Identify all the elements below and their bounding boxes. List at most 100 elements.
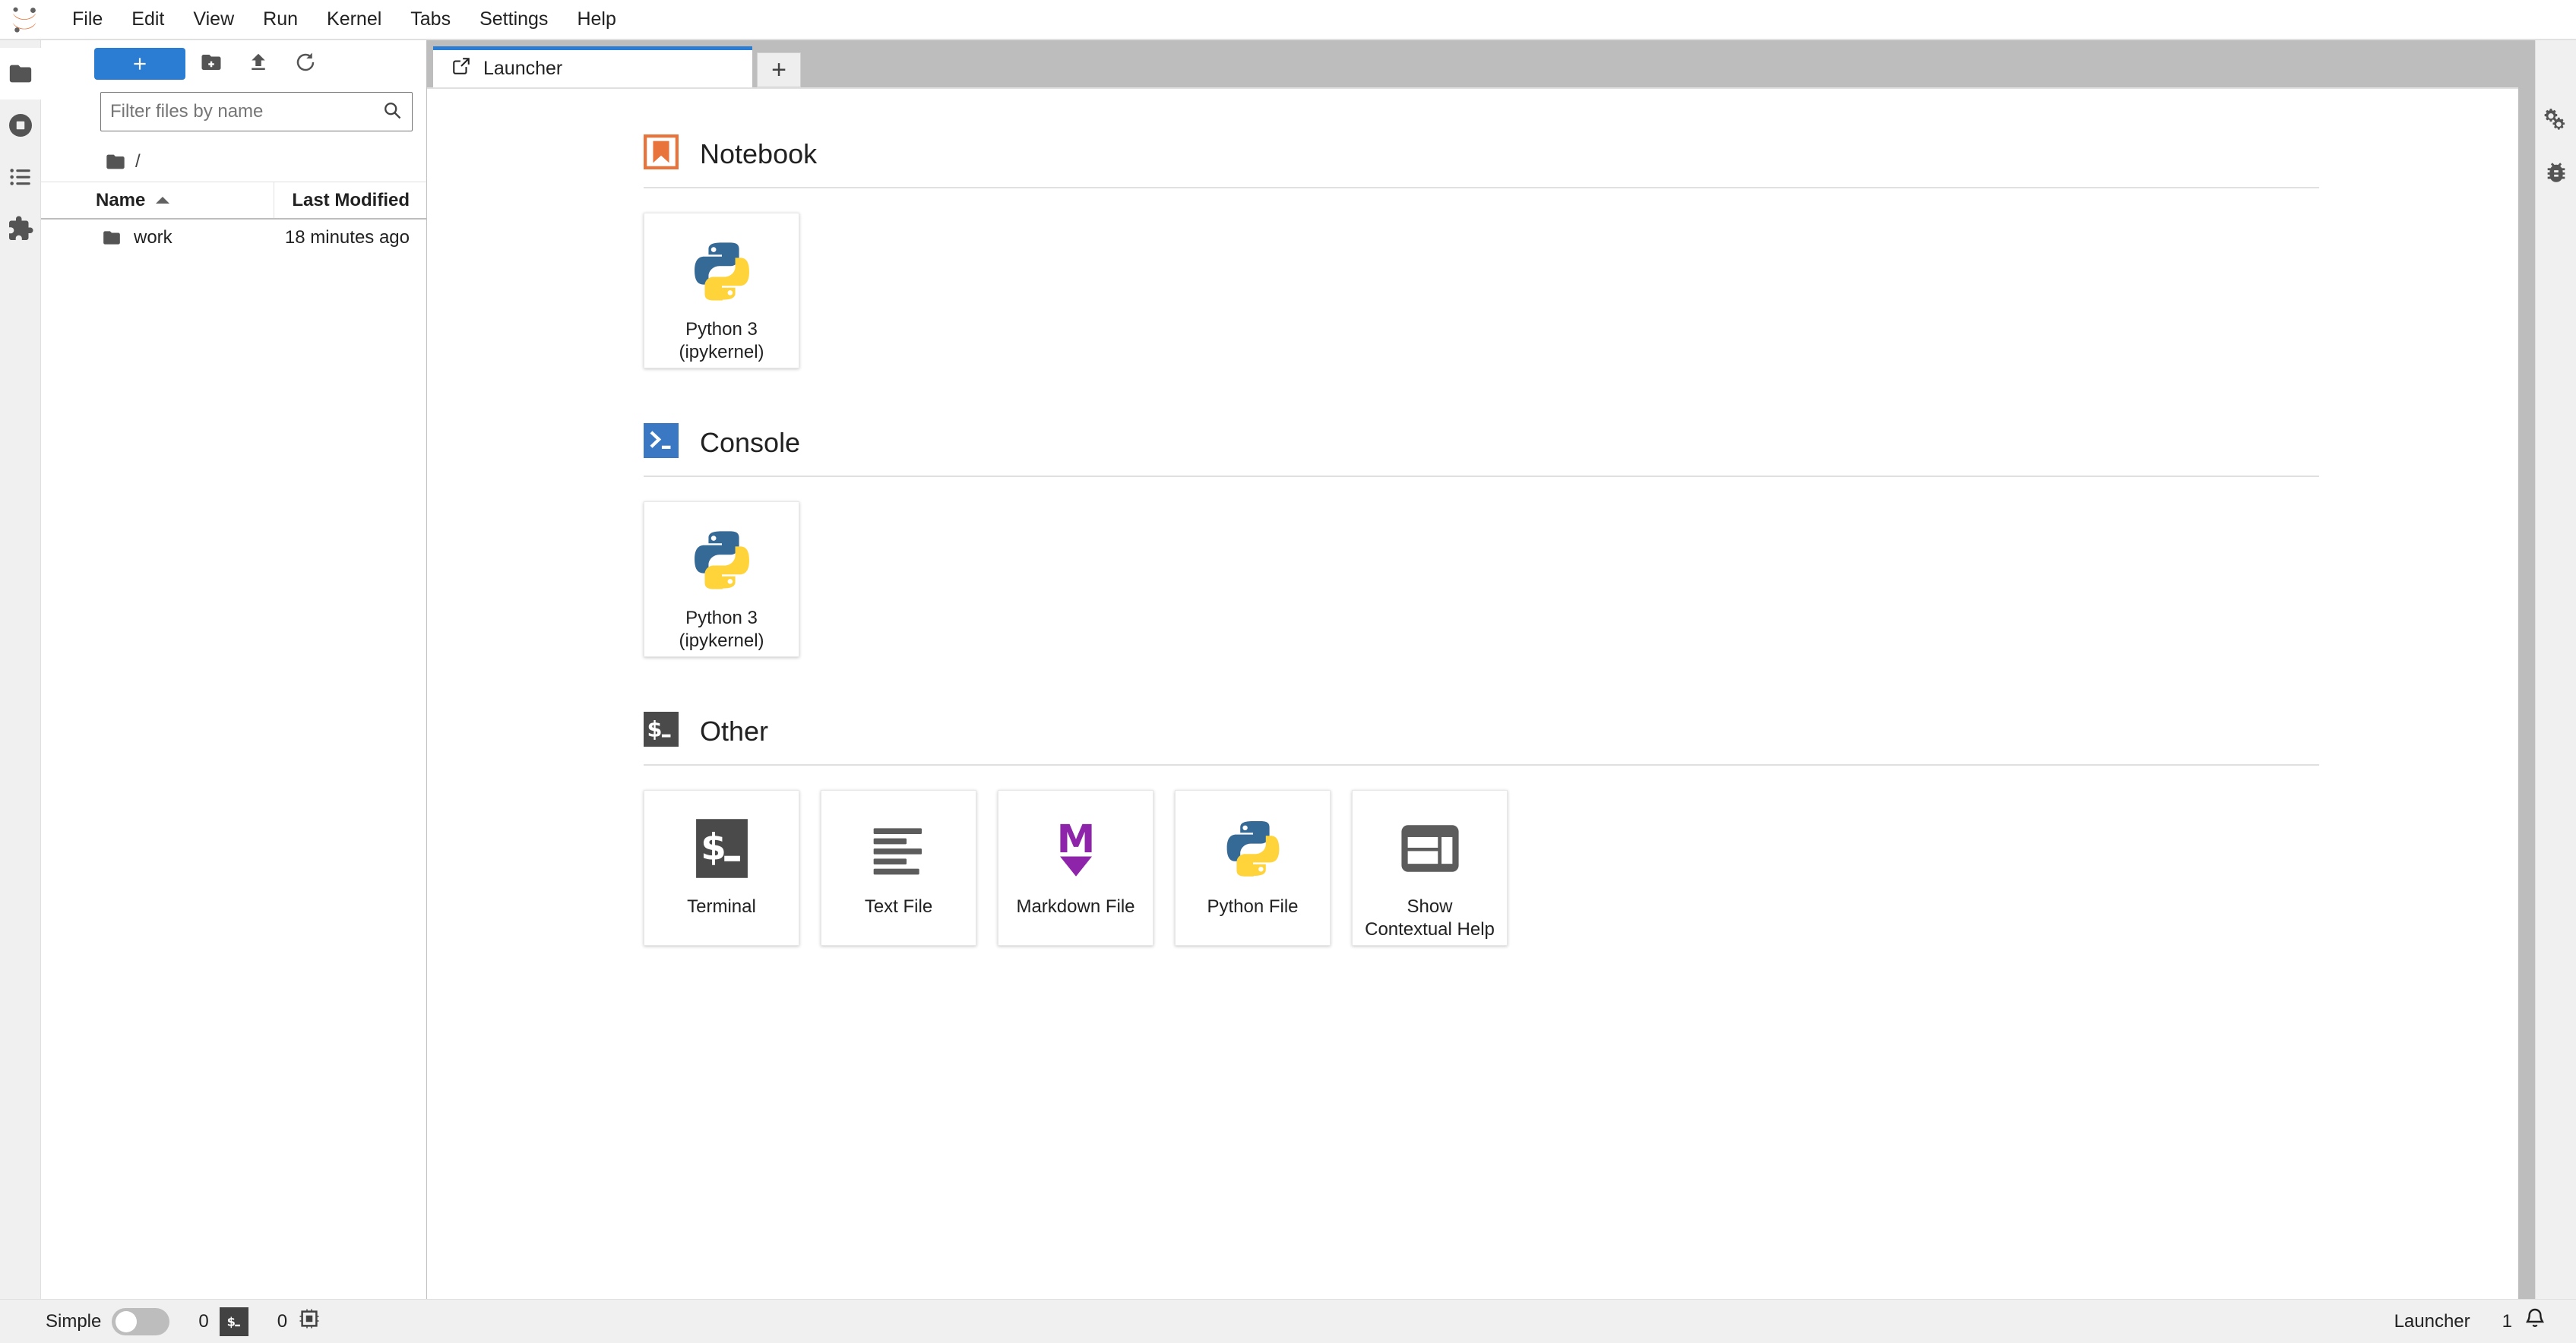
launcher-card-notebook-python3[interactable]: Python 3 (ipykernel)	[644, 213, 799, 368]
status-bar-left: Simple 0 $ 0	[41, 1304, 325, 1339]
column-header-last-modified[interactable]: Last Modified	[274, 182, 426, 218]
simple-mode-toggle-group[interactable]: Simple	[41, 1305, 174, 1338]
file-row-last-modified: 18 minutes ago	[284, 227, 410, 248]
jupyter-logo-icon	[6, 2, 43, 38]
launcher-card-contextual-help[interactable]: Show Contextual Help	[1352, 790, 1508, 946]
svg-text:$: $	[647, 716, 663, 742]
menu-file[interactable]: File	[58, 4, 117, 35]
section-divider-notebook	[644, 187, 2319, 188]
menu-help[interactable]: Help	[562, 4, 630, 35]
file-list-header: Name Last Modified	[41, 182, 426, 220]
upload-icon	[247, 51, 270, 77]
upload-button[interactable]	[237, 46, 280, 82]
terminal-dollar-icon: $	[644, 712, 679, 750]
launcher-card-console-python3[interactable]: Python 3 (ipykernel)	[644, 501, 799, 657]
launcher-card-label: Python File	[1207, 896, 1299, 917]
main-dock-area: Launcher + Notebook Python 3 (ipykernel)…	[427, 40, 2535, 1299]
section-title-console: Console	[700, 426, 801, 458]
svg-text:M: M	[1056, 817, 1095, 861]
launcher-card-label: Show Contextual Help	[1365, 896, 1495, 940]
folder-icon[interactable]	[105, 151, 126, 172]
launcher-card-label: Python 3 (ipykernel)	[679, 608, 764, 651]
puzzle-piece-icon	[7, 215, 34, 242]
terminal-dollar-icon: $	[219, 1307, 248, 1336]
menu-kernel[interactable]: Kernel	[312, 4, 396, 35]
current-tab-status[interactable]: Launcher	[2390, 1308, 2475, 1335]
notification-count: 1	[2502, 1310, 2512, 1332]
terminal-count-status[interactable]: 0 $	[194, 1304, 252, 1339]
tab-launcher-label: Launcher	[483, 58, 563, 79]
file-browser-panel: / Name Last Modified work	[41, 40, 427, 1299]
menu-tabs[interactable]: Tabs	[396, 4, 465, 35]
file-list: work 18 minutes ago	[41, 220, 426, 1299]
cpu-chip-icon	[298, 1307, 321, 1335]
column-header-name[interactable]: Name	[41, 182, 274, 218]
notebook-bookmark-icon	[643, 134, 679, 173]
new-folder-button[interactable]	[190, 46, 233, 82]
simple-mode-toggle[interactable]	[112, 1307, 170, 1335]
main-body: / Name Last Modified work	[0, 40, 2576, 1299]
section-header-notebook: Notebook	[643, 134, 2473, 187]
svg-text:$: $	[226, 1314, 235, 1329]
launcher-card-python-file[interactable]: Python File	[1175, 790, 1331, 946]
kernel-count-status[interactable]: 0	[273, 1304, 325, 1338]
menu-settings[interactable]: Settings	[465, 4, 562, 35]
sidebar-item-running-terminals-kernels[interactable]	[0, 100, 41, 151]
status-bar-right: Launcher 1	[2390, 1304, 2559, 1339]
markdown-icon: M	[1044, 807, 1108, 890]
launcher-icon	[451, 56, 471, 81]
launcher-panel: Notebook Python 3 (ipykernel) Console Py…	[427, 87, 2518, 1299]
python-logo-icon	[687, 519, 757, 601]
search-input[interactable]	[110, 101, 381, 122]
terminal-dollar-icon: $	[690, 807, 754, 890]
menu-view[interactable]: View	[179, 4, 248, 35]
launcher-section-other: $ Other $ Terminal Text File M Markdown …	[644, 712, 2473, 946]
breadcrumb-root[interactable]: /	[135, 151, 141, 172]
sort-ascending-icon	[156, 197, 170, 204]
launcher-card-terminal[interactable]: $ Terminal	[644, 790, 799, 946]
tab-launcher[interactable]: Launcher	[433, 46, 752, 87]
sidebar-item-table-of-contents[interactable]	[0, 151, 41, 203]
launcher-card-label: Markdown File	[1016, 896, 1135, 917]
launcher-card-label: Python 3 (ipykernel)	[679, 319, 764, 362]
new-tab-button[interactable]: +	[757, 52, 801, 87]
sidebar-item-property-inspector[interactable]	[2536, 95, 2576, 147]
folder-icon	[102, 228, 122, 248]
jupyterlab-window: File Edit View Run Kernel Tabs Settings …	[0, 0, 2576, 1343]
stop-circle-icon	[7, 112, 34, 139]
launcher-content: Notebook Python 3 (ipykernel) Console Py…	[427, 134, 2518, 946]
menu-run[interactable]: Run	[248, 4, 312, 35]
menu-edit[interactable]: Edit	[117, 4, 179, 35]
tab-bar: Launcher +	[427, 40, 2535, 87]
launcher-section-console: Console Python 3 (ipykernel)	[644, 423, 2473, 657]
section-header-other: $ Other	[644, 712, 2473, 764]
contextual-help-icon	[1399, 807, 1461, 890]
status-bar: Simple 0 $ 0 Launcher 1	[0, 1299, 2576, 1343]
table-row[interactable]: work 18 minutes ago	[41, 220, 426, 256]
sidebar-item-debugger[interactable]	[2536, 147, 2576, 198]
file-browser-toolbar	[41, 40, 426, 87]
python-logo-icon	[1220, 807, 1286, 890]
launcher-card-markdown-file[interactable]: M Markdown File	[998, 790, 1154, 946]
new-folder-icon	[200, 51, 223, 77]
terminal-count-value: 0	[198, 1310, 209, 1332]
card-row-other: $ Terminal Text File M Markdown File Pyt…	[644, 790, 2473, 946]
notification-status[interactable]: 1	[2498, 1304, 2552, 1339]
right-activity-bar	[2535, 40, 2576, 1299]
file-filter-box[interactable]	[100, 92, 413, 131]
new-launcher-button[interactable]	[94, 48, 185, 80]
card-row-console: Python 3 (ipykernel)	[644, 501, 2473, 657]
column-header-name-label: Name	[96, 189, 146, 210]
launcher-section-notebook: Notebook Python 3 (ipykernel)	[643, 134, 2473, 368]
file-row-name-cell: work	[41, 227, 274, 248]
section-divider-other	[644, 764, 2319, 766]
search-icon	[381, 100, 403, 125]
launcher-card-text-file[interactable]: Text File	[821, 790, 976, 946]
sidebar-item-file-browser[interactable]	[0, 48, 41, 100]
launcher-card-label: Text File	[864, 896, 933, 917]
section-header-console: Console	[644, 423, 2473, 476]
refresh-button[interactable]	[284, 46, 327, 82]
sidebar-item-extension-manager[interactable]	[0, 203, 41, 254]
section-title-notebook: Notebook	[700, 137, 818, 169]
text-file-icon	[869, 807, 929, 890]
